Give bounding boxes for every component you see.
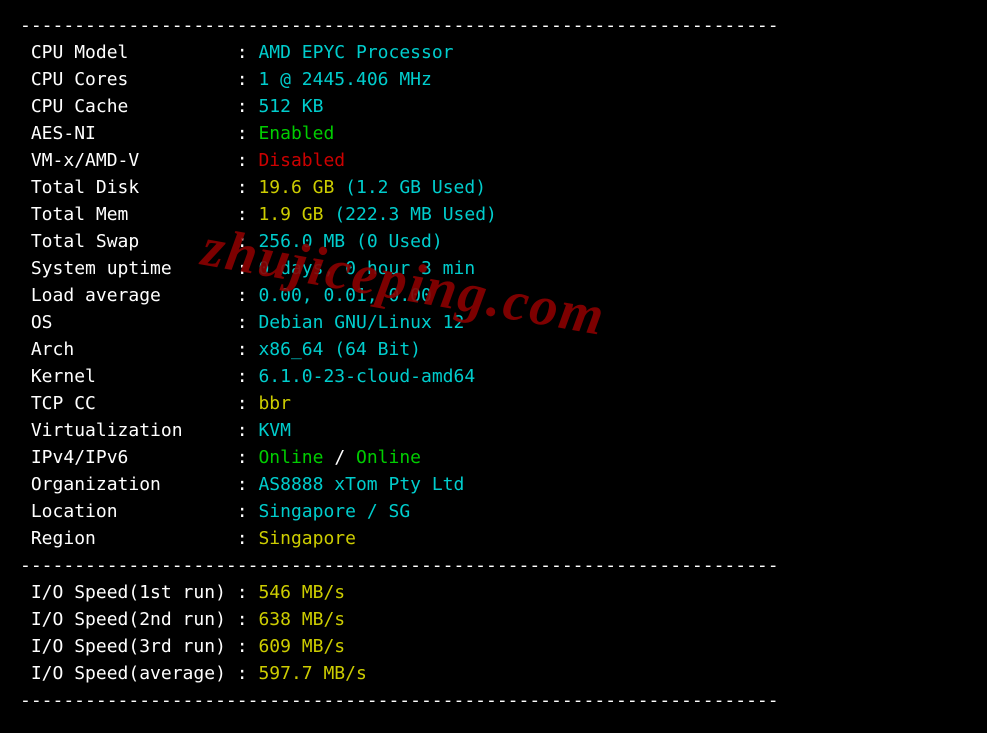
value-total-disk-size: 19.6 GB (258, 177, 334, 198)
value-io-1st: 546 MB/s (258, 582, 345, 603)
value-io-2nd: 638 MB/s (258, 609, 345, 630)
value-io-3rd: 609 MB/s (258, 636, 345, 657)
separator: : (237, 663, 248, 684)
value-io-avg: 597.7 MB/s (258, 663, 366, 684)
label-vmx: VM-x/AMD-V (31, 150, 139, 171)
value-aes-ni: Enabled (258, 123, 334, 144)
label-uptime: System uptime (31, 258, 172, 279)
separator: : (237, 636, 248, 657)
label-arch: Arch (31, 339, 74, 360)
divider: ----------------------------------------… (20, 555, 779, 576)
separator: : (237, 474, 248, 495)
label-total-swap: Total Swap (31, 231, 139, 252)
label-io-avg: I/O Speed(average) (31, 663, 226, 684)
value-arch: x86_64 (64 Bit) (258, 339, 421, 360)
value-total-disk-used: (1.2 GB Used) (345, 177, 486, 198)
separator: : (237, 231, 248, 252)
separator: : (237, 582, 248, 603)
separator: : (237, 285, 248, 306)
value-cpu-model: AMD EPYC Processor (258, 42, 453, 63)
label-total-mem: Total Mem (31, 204, 129, 225)
value-ipv4-status: Online (258, 447, 323, 468)
separator: : (237, 528, 248, 549)
separator: : (237, 150, 248, 171)
separator: : (237, 69, 248, 90)
separator: : (237, 501, 248, 522)
label-tcp-cc: TCP CC (31, 393, 96, 414)
value-total-swap-size: 256.0 MB (258, 231, 345, 252)
value-cpu-cache: 512 KB (258, 96, 323, 117)
terminal-output: ----------------------------------------… (0, 0, 987, 724)
value-ipv6-status: Online (356, 447, 421, 468)
label-os: OS (31, 312, 53, 333)
label-io-3rd: I/O Speed(3rd run) (31, 636, 226, 657)
value-total-mem-size: 1.9 GB (258, 204, 323, 225)
value-total-swap-used: (0 Used) (356, 231, 443, 252)
label-io-2nd: I/O Speed(2nd run) (31, 609, 226, 630)
label-ipv4-ipv6: IPv4/IPv6 (31, 447, 129, 468)
separator: : (237, 96, 248, 117)
divider: ----------------------------------------… (20, 15, 779, 36)
label-aes-ni: AES-NI (31, 123, 96, 144)
separator: : (237, 258, 248, 279)
value-cpu-cores: 1 @ 2445.406 MHz (258, 69, 431, 90)
separator: : (237, 204, 248, 225)
value-uptime: 0 days, 0 hour 3 min (258, 258, 475, 279)
separator: : (237, 420, 248, 441)
separator: : (237, 312, 248, 333)
label-cpu-cache: CPU Cache (31, 96, 129, 117)
label-cpu-cores: CPU Cores (31, 69, 129, 90)
separator: : (237, 123, 248, 144)
value-load-average: 0.00, 0.01, 0.00 (258, 285, 431, 306)
value-os: Debian GNU/Linux 12 (258, 312, 464, 333)
separator: : (237, 447, 248, 468)
label-total-disk: Total Disk (31, 177, 139, 198)
separator: : (237, 393, 248, 414)
label-location: Location (31, 501, 118, 522)
label-kernel: Kernel (31, 366, 96, 387)
label-organization: Organization (31, 474, 161, 495)
label-load-average: Load average (31, 285, 161, 306)
separator: : (237, 339, 248, 360)
divider: ----------------------------------------… (20, 690, 779, 711)
label-cpu-model: CPU Model (31, 42, 129, 63)
value-location: Singapore / SG (258, 501, 410, 522)
watermark-text: zhujiceping.com (196, 205, 612, 359)
value-organization: AS8888 xTom Pty Ltd (258, 474, 464, 495)
separator: : (237, 177, 248, 198)
label-io-1st: I/O Speed(1st run) (31, 582, 226, 603)
separator: : (237, 609, 248, 630)
separator: : (237, 42, 248, 63)
ip-separator: / (323, 447, 356, 468)
label-virtualization: Virtualization (31, 420, 183, 441)
value-region: Singapore (258, 528, 356, 549)
label-region: Region (31, 528, 96, 549)
value-vmx: Disabled (258, 150, 345, 171)
value-tcp-cc: bbr (258, 393, 291, 414)
separator: : (237, 366, 248, 387)
value-total-mem-used: (222.3 MB Used) (334, 204, 497, 225)
value-virtualization: KVM (258, 420, 291, 441)
value-kernel: 6.1.0-23-cloud-amd64 (258, 366, 475, 387)
